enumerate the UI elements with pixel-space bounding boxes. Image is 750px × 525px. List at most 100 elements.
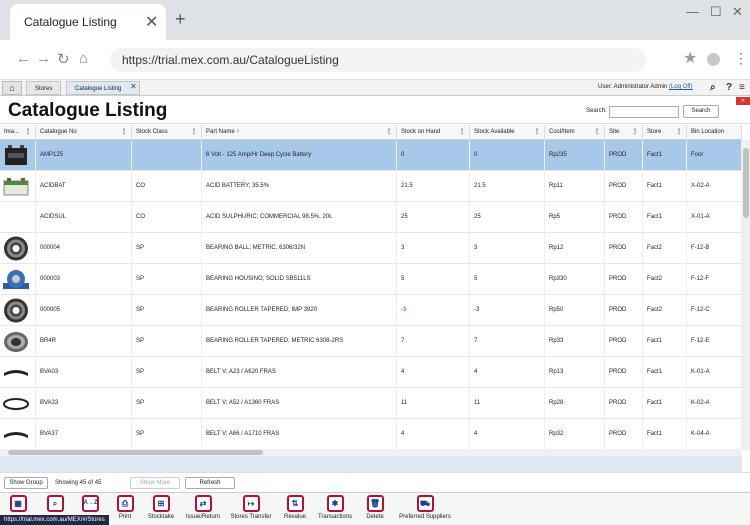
col-header-stock-available[interactable]: Stock Available ⋮ bbox=[470, 125, 545, 140]
app-home-icon[interactable]: ⌂ bbox=[2, 81, 22, 95]
revalue-icon: ⇅ bbox=[286, 495, 304, 512]
part-image bbox=[2, 297, 30, 324]
vertical-scrollbar[interactable] bbox=[742, 140, 750, 450]
table-row[interactable]: BR4R SP BEARING ROLLER TAPERED; METRIC 630… bbox=[0, 326, 742, 357]
col-header-site[interactable]: Site ⋮ bbox=[605, 125, 643, 140]
refresh-button[interactable]: Refresh bbox=[185, 477, 235, 489]
col-header-image[interactable]: Ima... ⋮ bbox=[0, 125, 36, 140]
transactions-button[interactable]: ✱ Transactions bbox=[315, 495, 355, 524]
show-group-button[interactable]: Show Group bbox=[4, 477, 48, 489]
breadcrumb-item-stores[interactable]: Stores bbox=[26, 81, 62, 95]
cell-stock-available: 4 bbox=[470, 419, 545, 450]
part-image bbox=[2, 266, 30, 293]
help-icon[interactable]: ? bbox=[726, 82, 732, 93]
table-row[interactable]: 000005 SP BEARING ROLLER TAPERED; IMP 3920… bbox=[0, 295, 742, 326]
cell-bin-location: F-12-B bbox=[687, 233, 742, 264]
column-menu-icon[interactable]: ⋮ bbox=[121, 125, 127, 140]
cell-stock-class: SP bbox=[132, 295, 202, 326]
cell-catalogue-no: ACIDBAT bbox=[36, 171, 132, 202]
column-menu-icon[interactable]: ⋮ bbox=[386, 125, 392, 140]
home-icon[interactable]: ⌂ bbox=[79, 50, 88, 67]
column-menu-icon[interactable]: ⋮ bbox=[676, 125, 682, 140]
cell-catalogue-no: BVA03 bbox=[36, 357, 132, 388]
column-menu-icon[interactable]: ⋮ bbox=[632, 125, 638, 140]
breadcrumb-item-catalogue-listing[interactable]: Catalogue Listing bbox=[66, 81, 140, 95]
column-menu-icon[interactable]: ⋮ bbox=[191, 125, 197, 140]
revalue-button[interactable]: ⇅ Revalue bbox=[281, 495, 309, 524]
table-row[interactable]: AMP125 6 Volt - 125 Amp/Hr Deep Cycle Bat… bbox=[0, 140, 742, 171]
action-label: Issue/Return bbox=[185, 514, 221, 520]
table-row[interactable]: BVA37 SP BELT V; A66 / A1710 FRAS 4 4 Rp32 PRO… bbox=[0, 419, 742, 450]
close-panel-icon[interactable]: ✕ bbox=[736, 97, 750, 105]
print-button[interactable]: ⎙ Print bbox=[110, 495, 140, 524]
transfer-icon: ↦ bbox=[242, 495, 260, 512]
col-header-cost-item[interactable]: Cost/Item ⋮ bbox=[545, 125, 605, 140]
col-header-stock-class[interactable]: Stock Class ⋮ bbox=[132, 125, 202, 140]
maximize-icon[interactable]: ☐ bbox=[710, 4, 722, 20]
browser-menu-icon[interactable]: ⋮ bbox=[734, 50, 748, 67]
cell-catalogue-no: 000005 bbox=[36, 295, 132, 326]
col-header-store[interactable]: Store ⋮ bbox=[643, 125, 687, 140]
table-row[interactable]: 000003 SP BEARING HOUSING; SOLID SB511LS 5 5… bbox=[0, 264, 742, 295]
col-header-label: Site bbox=[609, 129, 620, 135]
cell-stock-on-hand: 11 bbox=[397, 388, 470, 419]
horizontal-scrollbar[interactable] bbox=[0, 449, 742, 456]
col-header-stock-on-hand[interactable]: Stock on Hand ⋮ bbox=[397, 125, 470, 140]
column-menu-icon[interactable]: ⋮ bbox=[25, 125, 31, 140]
cell-bin-location: K-01-A bbox=[687, 357, 742, 388]
table-row[interactable]: ACIDSUL CO ACID SULPHURIC; COMMERCIAL 98.5… bbox=[0, 202, 742, 233]
bookmark-star-icon[interactable]: ★ bbox=[683, 48, 697, 68]
cell-cost-item: Rp13 bbox=[545, 357, 605, 388]
column-menu-icon[interactable]: ⋮ bbox=[459, 125, 465, 140]
logoff-link[interactable]: (Log Off) bbox=[669, 84, 693, 90]
table-row[interactable]: ACIDBAT CO ACID BATTERY; 35.5% 21.5 21.5 Rp11… bbox=[0, 171, 742, 202]
browser-tab[interactable]: Catalogue Listing ✕ bbox=[10, 4, 166, 40]
cell-image bbox=[0, 357, 36, 388]
user-label: User: Administrator Admin bbox=[598, 84, 668, 90]
close-window-icon[interactable]: ✕ bbox=[732, 4, 743, 20]
stores-transfer-button[interactable]: ↦ Stores Transfer bbox=[228, 495, 274, 524]
show-more-button[interactable]: Show More bbox=[130, 477, 180, 489]
minimize-icon[interactable]: — bbox=[686, 4, 699, 19]
back-icon[interactable]: ← bbox=[16, 50, 31, 67]
cell-catalogue-no: AMP125 bbox=[36, 140, 132, 171]
cell-store: Fact1 bbox=[643, 419, 687, 450]
cell-cost-item: Rp235 bbox=[545, 140, 605, 171]
cell-stock-available: 7 bbox=[470, 326, 545, 357]
scroll-thumb[interactable] bbox=[743, 148, 749, 218]
reload-icon[interactable]: ↻ bbox=[57, 50, 70, 68]
profile-avatar-icon[interactable] bbox=[707, 53, 720, 66]
issue-return-button[interactable]: ⇄ Issue/Return bbox=[183, 495, 223, 524]
search-input[interactable] bbox=[609, 106, 679, 118]
action-label: Stocktake bbox=[147, 514, 175, 520]
scroll-thumb[interactable] bbox=[8, 450, 263, 455]
search-button[interactable]: Search bbox=[683, 105, 719, 118]
tab-title: Catalogue Listing bbox=[24, 15, 117, 29]
column-menu-icon[interactable]: ⋮ bbox=[534, 125, 540, 140]
forward-icon[interactable]: → bbox=[36, 50, 51, 67]
close-breadcrumb-icon[interactable]: ✕ bbox=[130, 82, 137, 91]
col-header-bin-location[interactable]: Bin Location bbox=[687, 125, 742, 140]
close-tab-icon[interactable]: ✕ bbox=[145, 12, 158, 32]
preferred-suppliers-button[interactable]: ⛟ Preferred Suppliers bbox=[396, 495, 454, 524]
hamburger-menu-icon[interactable]: ≡ bbox=[739, 82, 745, 93]
trash-icon: 🗑 bbox=[366, 495, 384, 512]
col-header-catalogue-no[interactable]: Catalogue No ⋮ bbox=[36, 125, 132, 140]
stocktake-button[interactable]: ⊞ Stocktake bbox=[143, 495, 179, 524]
table-row[interactable]: BVA03 SP BELT V; A23 / A620 FRAS 4 4 Rp13 PROD… bbox=[0, 357, 742, 388]
table-row[interactable]: BVA33 SP BELT V; A52 / A1360 FRAS 11 11 Rp28 P… bbox=[0, 388, 742, 419]
cell-catalogue-no: 000003 bbox=[36, 264, 132, 295]
address-bar[interactable]: https://trial.mex.com.au/CatalogueListin… bbox=[110, 48, 646, 72]
column-menu-icon[interactable]: ⋮ bbox=[594, 125, 600, 140]
cell-stock-available: 5 bbox=[470, 264, 545, 295]
col-header-part-name[interactable]: Part Name ↑ ⋮ bbox=[202, 125, 397, 140]
cell-stock-class: SP bbox=[132, 326, 202, 357]
new-tab-icon[interactable]: + bbox=[175, 9, 186, 30]
search-icon[interactable]: ⌕ bbox=[710, 82, 716, 93]
page-header: Catalogue Listing Search: Search bbox=[0, 97, 750, 124]
table-row[interactable]: 000004 SP BEARING BALL; METRIC, 6306/32N 3 3… bbox=[0, 233, 742, 264]
cell-cost-item: Rp50 bbox=[545, 295, 605, 326]
delete-button[interactable]: 🗑 Delete bbox=[362, 495, 388, 524]
part-image bbox=[2, 359, 30, 386]
cell-site: PROD bbox=[605, 326, 643, 357]
